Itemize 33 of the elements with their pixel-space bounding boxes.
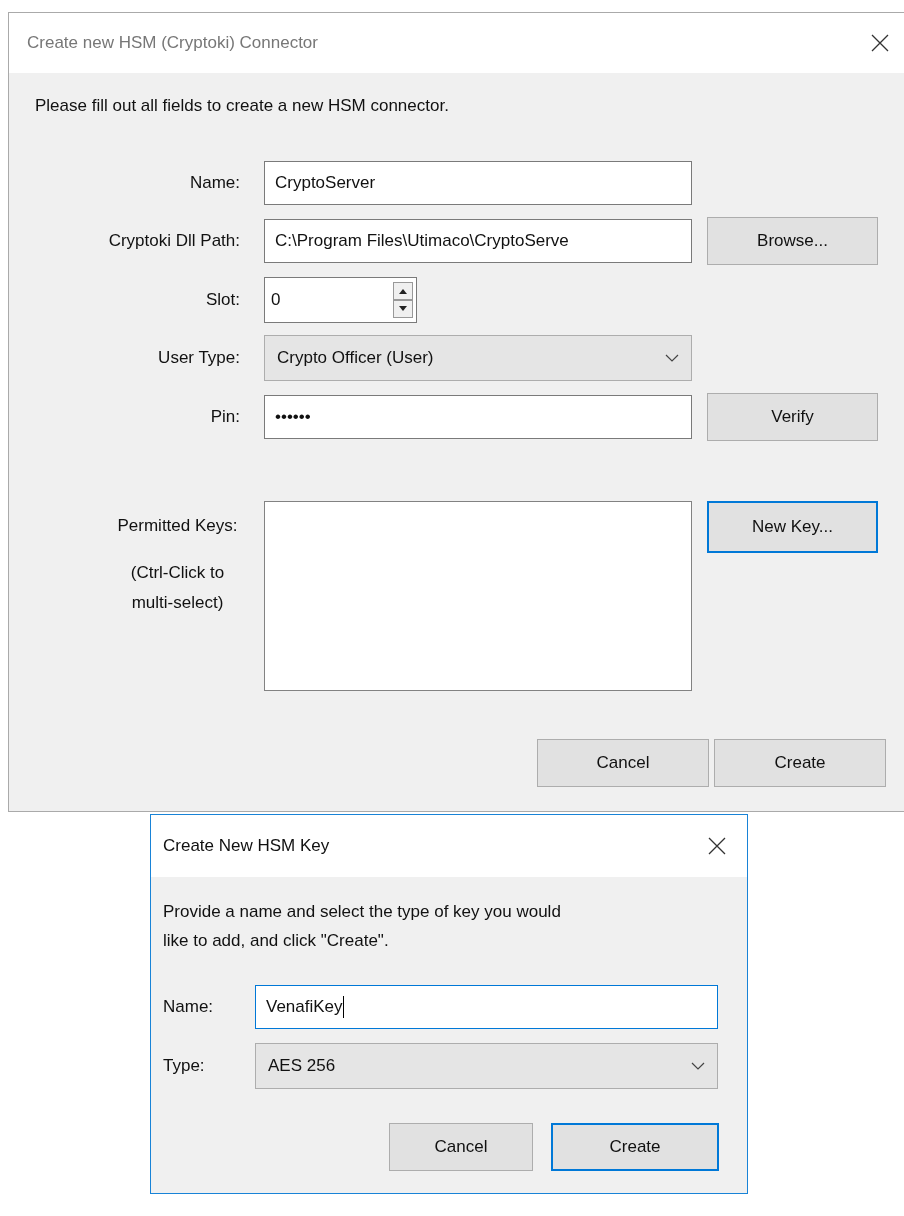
hint-text: (Ctrl-Click to multi-select): [129, 562, 226, 614]
field-label: Type:: [163, 1054, 206, 1077]
dialog-button[interactable]: Cancel: [389, 1122, 533, 1171]
dialog-button[interactable]: Create: [714, 738, 886, 787]
close-icon[interactable]: [707, 835, 727, 856]
text-field[interactable]: C:\Program Files\Utimaco\CryptoServe: [264, 218, 692, 263]
field-label: Cryptoki Dll Path:: [108, 229, 240, 252]
dialog-button[interactable]: Cancel: [537, 738, 709, 787]
instruction-text: Provide a name and select the type of key you would like to add, and click "Create".: [163, 900, 562, 952]
spinner-arrows-icon[interactable]: [393, 281, 413, 318]
close-icon[interactable]: [870, 33, 890, 53]
chevron-icon: [665, 353, 679, 362]
dropdown[interactable]: Crypto Officer (User): [264, 334, 692, 381]
field-label: Pin:: [210, 405, 240, 428]
text-cursor: [342, 995, 344, 1018]
text-field[interactable]: VenafiKey: [255, 984, 718, 1029]
window-title: Create new HSM (Cryptoki) Connector: [27, 32, 318, 55]
chevron-icon: [691, 1061, 705, 1070]
window-title: Create New HSM Key: [163, 834, 330, 857]
text-field[interactable]: CryptoServer: [264, 160, 692, 205]
field-label: Permitted Keys:: [117, 514, 238, 537]
dropdown[interactable]: AES 256: [255, 1042, 718, 1089]
dialog-button[interactable]: New Key...: [707, 500, 878, 553]
spinner-field[interactable]: 0: [264, 276, 417, 323]
dialog-button[interactable]: Browse...: [707, 216, 878, 265]
field-label: User Type:: [158, 346, 240, 369]
password-field[interactable]: ••••••: [264, 394, 692, 439]
field-label: Name:: [189, 171, 240, 194]
field-label: Name:: [163, 995, 215, 1018]
instruction-text: Please fill out all fields to create a new HSM connector.: [35, 95, 450, 117]
dialog-button[interactable]: Create: [551, 1122, 719, 1171]
dialog-button[interactable]: Verify: [707, 392, 878, 441]
field-label: Slot:: [205, 288, 240, 311]
